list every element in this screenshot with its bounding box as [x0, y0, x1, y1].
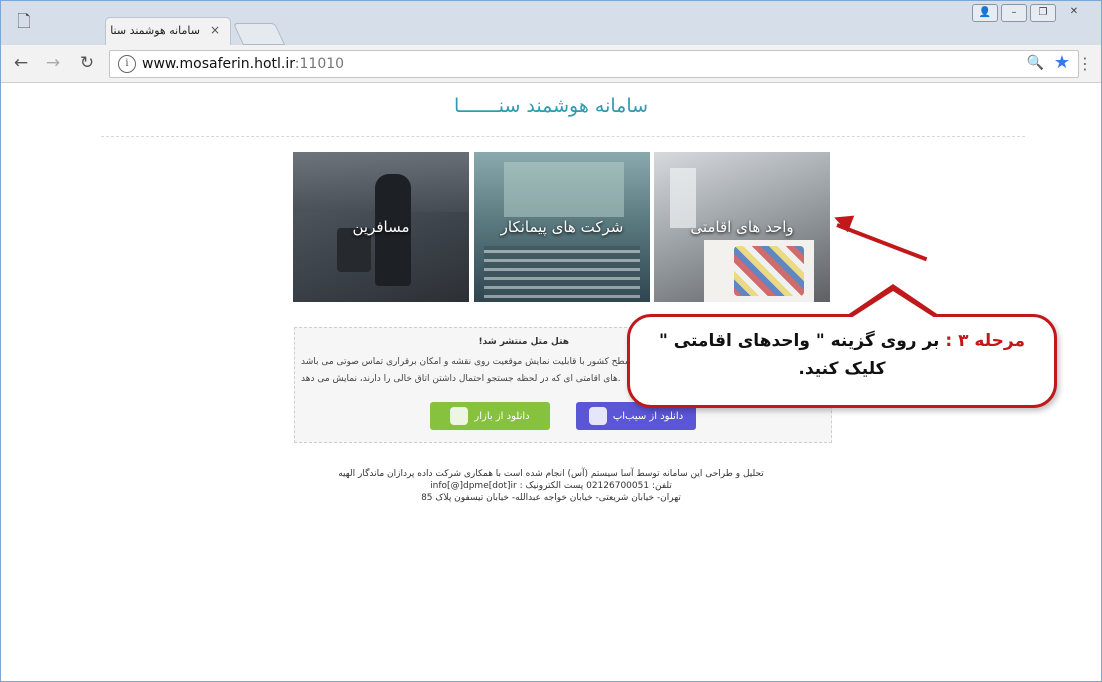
tile-accommodation[interactable]: واحد های اقامتی: [654, 152, 830, 302]
page-title: سامانه هوشمند سنـــــــا: [453, 95, 649, 117]
tile-label: مسافرین: [352, 218, 410, 236]
close-icon[interactable]: ×: [210, 23, 220, 37]
new-page-icon[interactable]: 🗋: [9, 7, 39, 37]
footer-address: تهران- خیابان شریعتی- خیابان خواجه عبدال…: [421, 493, 681, 503]
bazaar-label: دانلود از بازار: [474, 410, 530, 422]
user-icon[interactable]: 👤: [972, 4, 998, 22]
callout-tail-fill: [851, 291, 935, 318]
browser-window: 🗋 سامانه هوشمند سنا × 👤 – ❐ ✕ ← → ↻ i ww…: [0, 0, 1102, 682]
info-headline: هتل متل منتشر شد!: [478, 337, 569, 347]
bed-image: [704, 240, 814, 302]
active-tab[interactable]: سامانه هوشمند سنا ×: [105, 17, 231, 45]
divider: [101, 136, 1025, 137]
footer-credit: تحلیل و طراحی این سامانه توسط آسا سیستم …: [338, 469, 764, 479]
sibapp-icon: [588, 407, 607, 425]
sibapp-label: دانلود از سیب‌اپ: [612, 410, 684, 422]
tab-title: سامانه هوشمند سنا: [110, 24, 200, 37]
address-bar[interactable]: i www.mosaferin.hotl.ir:11010 🔍 ★: [109, 50, 1079, 78]
callout-line-2: کلیک کنید.: [798, 359, 886, 379]
star-icon[interactable]: ★: [1054, 52, 1070, 73]
close-window-icon[interactable]: ✕: [1059, 4, 1089, 20]
menu-icon[interactable]: ⋮: [1077, 54, 1093, 73]
tile-contractors[interactable]: شرکت های پیمانکار: [474, 152, 650, 302]
minimize-icon[interactable]: –: [1001, 4, 1027, 22]
zoom-icon[interactable]: 🔍: [1027, 55, 1044, 71]
reload-icon[interactable]: ↻: [77, 53, 97, 73]
bazaar-download-button[interactable]: دانلود از بازار: [430, 402, 550, 430]
info-icon[interactable]: i: [118, 55, 136, 73]
bazaar-icon: [450, 407, 469, 425]
tile-label: واحد های اقامتی: [690, 218, 794, 236]
footer: تحلیل و طراحی این سامانه توسط آسا سیستم …: [11, 468, 1091, 504]
window-controls: 👤 – ❐ ✕: [972, 4, 1089, 22]
footer-contact: تلفن: 02126700051 پست الکترونیک : info[@…: [430, 481, 672, 491]
callout-line-1: مرحله ۳ : بر روی گزینه " واحدهای اقامتی …: [659, 331, 1025, 351]
new-tab-button[interactable]: [232, 23, 286, 45]
keyboard-image: [484, 246, 640, 298]
toolbar: ← → ↻ i www.mosaferin.hotl.ir:11010 🔍 ★ …: [1, 45, 1101, 83]
tile-label: شرکت های پیمانکار: [500, 218, 624, 236]
callout-bubble: مرحله ۳ : بر روی گزینه " واحدهای اقامتی …: [627, 314, 1057, 408]
back-icon[interactable]: ←: [11, 53, 31, 73]
tab-bar: 🗋 سامانه هوشمند سنا × 👤 – ❐ ✕: [1, 1, 1101, 45]
screen-image: [504, 162, 624, 217]
tile-travelers[interactable]: مسافرین: [293, 152, 469, 302]
forward-icon[interactable]: →: [43, 53, 63, 73]
restore-icon[interactable]: ❐: [1030, 4, 1056, 22]
url-text[interactable]: www.mosaferin.hotl.ir:11010: [142, 56, 344, 72]
